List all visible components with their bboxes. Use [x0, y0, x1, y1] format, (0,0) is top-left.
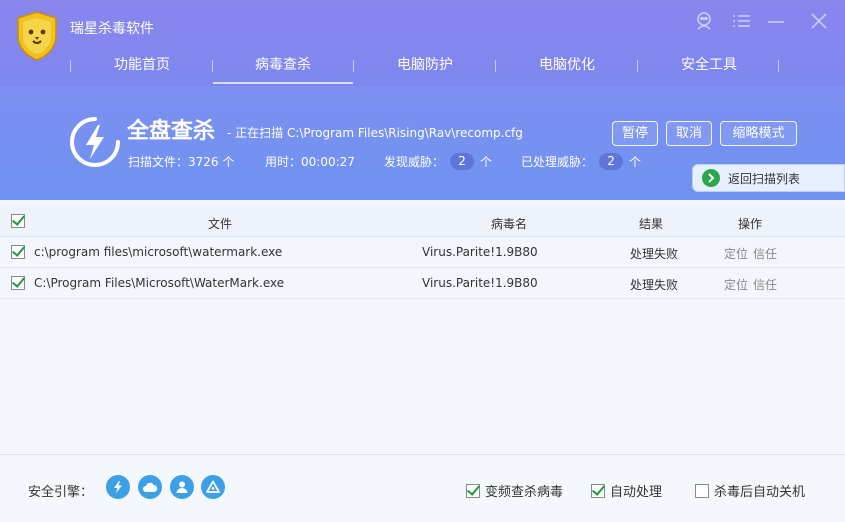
auto-shutdown-label: 杀毒后自动关机: [714, 485, 806, 500]
trust-link[interactable]: 信任: [753, 245, 777, 262]
threats-label: 发现威胁：: [384, 155, 445, 169]
row-virus-name: Virus.Parite!1.9B80: [422, 245, 538, 259]
row-virus-name: Virus.Parite!1.9B80: [422, 276, 538, 290]
option-frequency-scan[interactable]: 变频查杀病毒: [466, 481, 563, 500]
app-title: 瑞星杀毒软件: [70, 21, 154, 37]
scan-current-file: - 正在扫描 C:\Program Files\Rising\Rav\recom…: [227, 126, 523, 140]
threats-found: 发现威胁： 2 个: [384, 153, 492, 170]
row-file-path: C:\Program Files\Microsoft\WaterMark.exe: [34, 276, 285, 290]
column-action: 操作: [738, 217, 763, 231]
triangle-icon[interactable]: [201, 475, 225, 499]
pause-button[interactable]: 暂停: [612, 121, 658, 146]
cloud-icon[interactable]: [138, 475, 162, 499]
close-icon[interactable]: [807, 10, 831, 32]
files-label: 扫描文件：: [128, 155, 189, 169]
row-checkbox[interactable]: [11, 245, 25, 259]
tab-home[interactable]: 功能首页: [72, 48, 212, 86]
files-value: 3726 个: [188, 155, 235, 169]
handled-count-badge: 2: [599, 153, 624, 170]
handled-label: 已处理威胁：: [521, 155, 594, 169]
row-result: 处理失败: [630, 247, 679, 261]
menu-icon[interactable]: [729, 10, 753, 32]
tab-security-tools[interactable]: 安全工具: [639, 48, 779, 86]
row-file-path: c:\program files\microsoft\watermark.exe: [34, 245, 283, 259]
table-header: 文件 病毒名 结果 操作: [0, 207, 845, 237]
engine-label: 安全引擎：: [28, 485, 94, 500]
auto-handle-checkbox[interactable]: [591, 483, 605, 498]
minimize-icon[interactable]: [764, 10, 788, 32]
table-row: C:\Program Files\Microsoft\WaterMark.exe…: [0, 268, 845, 299]
user-icon[interactable]: [170, 475, 194, 499]
time-value: 00:00:27: [301, 154, 355, 169]
row-result: 处理失败: [630, 278, 679, 292]
threats-count-badge: 2: [450, 153, 475, 170]
column-result: 结果: [639, 217, 664, 231]
tab-protection[interactable]: 电脑防护: [355, 48, 495, 86]
locate-link[interactable]: 定位: [724, 245, 748, 262]
chevron-right-icon: [702, 169, 720, 187]
threats-handled: 已处理威胁： 2 个: [521, 153, 641, 170]
nav-separator: [353, 60, 354, 72]
mini-mode-button[interactable]: 缩略模式: [720, 121, 797, 146]
auto-shutdown-checkbox[interactable]: [695, 483, 709, 498]
tab-virus-scan[interactable]: 病毒查杀: [213, 48, 353, 86]
frequency-scan-label: 变频查杀病毒: [485, 485, 564, 500]
table-row: c:\program files\microsoft\watermark.exe…: [0, 237, 845, 268]
time-label: 用时：: [265, 155, 302, 169]
back-to-scan-list-button[interactable]: 返回扫描列表: [692, 164, 845, 192]
trust-link[interactable]: 信任: [753, 276, 777, 293]
option-auto-shutdown[interactable]: 杀毒后自动关机: [695, 481, 805, 500]
footer-bar: 安全引擎： 变频查杀病毒 自动处理 杀毒后自动关机: [0, 454, 845, 522]
main-nav: 功能首页 病毒查杀 电脑防护 电脑优化 安全工具: [0, 48, 845, 86]
nav-separator: [637, 60, 638, 72]
files-scanned: 扫描文件： 3726 个: [128, 153, 234, 170]
nav-separator: [778, 60, 779, 72]
row-checkbox[interactable]: [11, 276, 25, 290]
scan-lightning-icon: [68, 115, 122, 169]
tab-optimize[interactable]: 电脑优化: [497, 48, 637, 86]
select-all-checkbox[interactable]: [11, 214, 25, 228]
column-file: 文件: [208, 217, 233, 231]
account-icon[interactable]: [692, 10, 716, 32]
back-button-label: 返回扫描列表: [728, 171, 801, 186]
lightning-icon[interactable]: [106, 475, 130, 499]
locate-link[interactable]: 定位: [724, 276, 748, 293]
threat-table: 文件 病毒名 结果 操作 c:\program files\microsoft\…: [0, 200, 845, 454]
scan-title: 全盘查杀: [127, 119, 216, 144]
auto-handle-label: 自动处理: [610, 485, 663, 500]
elapsed-time: 用时： 00:00:27: [265, 153, 355, 170]
column-virus-name: 病毒名: [491, 217, 528, 231]
handled-unit: 个: [629, 155, 642, 169]
cancel-button[interactable]: 取消: [666, 121, 712, 146]
option-auto-handle[interactable]: 自动处理: [591, 481, 662, 500]
threats-unit: 个: [480, 155, 493, 169]
nav-separator: [495, 60, 496, 72]
nav-separator: [70, 60, 71, 72]
frequency-scan-checkbox[interactable]: [466, 483, 480, 498]
